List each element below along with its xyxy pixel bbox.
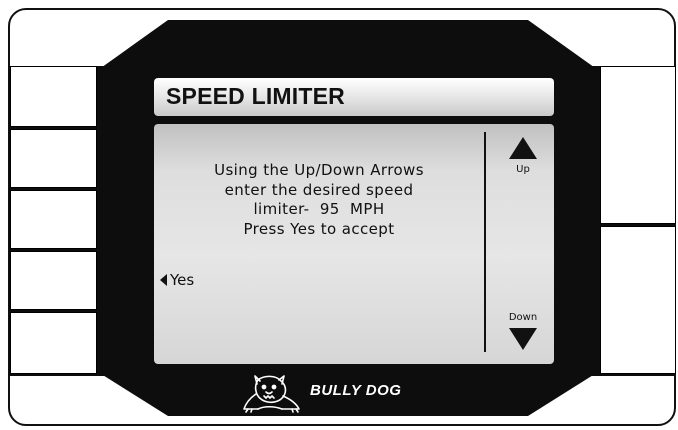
message-line: limiter- 95 MPH (253, 200, 385, 218)
right-button-lower[interactable] (600, 226, 676, 374)
title-bar: SPEED LIMITER (154, 78, 554, 116)
message-line: enter the desired speed (224, 180, 414, 199)
instruction-message: Using the Up/Down Arrows enter the desir… (154, 161, 484, 239)
brand-name: BULLY DOG (310, 382, 402, 399)
yes-label: Yes (170, 271, 195, 289)
lcd-divider (484, 132, 486, 352)
brand-logo: BULLY DOG (243, 374, 446, 414)
lcd-screen: Using the Up/Down Arrows enter the desir… (154, 124, 554, 364)
left-button-3[interactable] (10, 190, 97, 249)
left-button-2[interactable] (10, 129, 97, 188)
screen-bezel-top (98, 20, 598, 70)
left-button-5[interactable] (10, 312, 97, 374)
down-arrow-icon[interactable] (509, 328, 537, 350)
message-line: Press Yes to accept (243, 219, 395, 238)
right-button-upper[interactable] (600, 66, 676, 224)
left-button-1[interactable] (10, 66, 97, 127)
down-label: Down (508, 312, 538, 323)
left-button-4[interactable] (10, 251, 97, 310)
up-arrow-icon[interactable] (509, 137, 537, 159)
left-arrow-icon (160, 274, 167, 286)
screen-title: SPEED LIMITER (166, 83, 345, 109)
message-line: Using the Up/Down Arrows (214, 161, 424, 179)
up-label: Up (516, 164, 530, 175)
yes-option[interactable]: Yes (160, 271, 194, 289)
bulldog-icon (243, 375, 300, 413)
